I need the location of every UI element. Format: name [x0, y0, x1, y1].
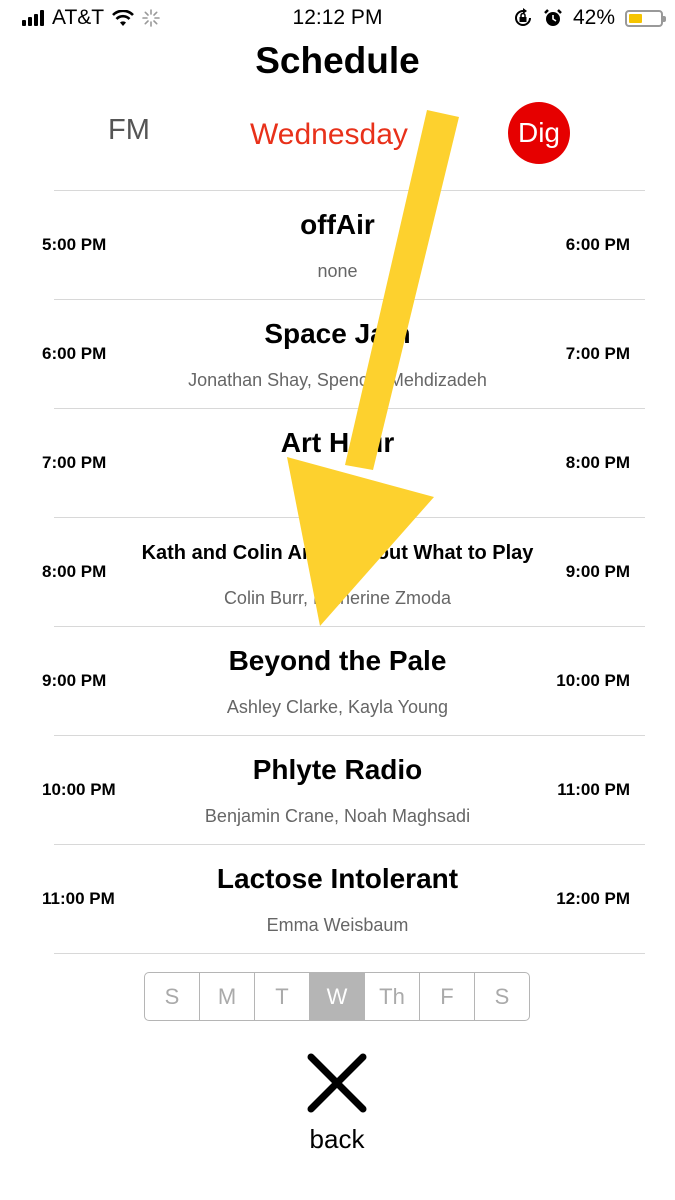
- station-day-row: FM Wednesday: [0, 108, 675, 164]
- show-hosts: Ka... ...oux: [294, 479, 381, 499]
- end-time: 12:00 PM: [556, 889, 630, 908]
- schedule-row[interactable]: 6:00 PM Space Jam Jonathan Shay, Spencer…: [42, 299, 645, 408]
- day-monday[interactable]: M: [200, 973, 255, 1020]
- end-time: 6:00 PM: [565, 235, 630, 254]
- show-hosts: Jonathan Shay, Spencer Mehdizadeh: [188, 370, 487, 390]
- schedule-list: 5:00 PM offAir none 6:00 PM 6:00 PM Spac…: [0, 190, 675, 954]
- day-tuesday[interactable]: T: [255, 973, 310, 1020]
- schedule-row[interactable]: 7:00 PM Art Hour Ka... ...oux 8:00 PM: [42, 408, 645, 517]
- rotation-lock-icon: [514, 8, 531, 26]
- week-day-selector: S M T W Th F S: [144, 972, 530, 1021]
- end-time: 7:00 PM: [565, 344, 630, 363]
- end-time: 8:00 PM: [565, 453, 630, 472]
- schedule-row[interactable]: 9:00 PM Beyond the Pale Ashley Clarke, K…: [42, 626, 645, 735]
- show-hosts: Emma Weisbaum: [266, 915, 409, 935]
- page-title: Schedule: [255, 40, 420, 81]
- current-day-label: Wednesday: [250, 118, 408, 151]
- status-bar: AT&T 12:12 PM 42%: [0, 0, 675, 38]
- battery-fill: [629, 13, 642, 23]
- show-hosts: none: [317, 261, 358, 281]
- day-saturday[interactable]: S: [475, 973, 529, 1020]
- schedule-row[interactable]: 8:00 PM Kath and Colin Argue About What …: [42, 517, 645, 626]
- close-x-icon: [307, 1053, 367, 1113]
- show-hosts: Benjamin Crane, Noah Maghsadi: [204, 806, 471, 826]
- day-wednesday[interactable]: W: [310, 973, 365, 1020]
- day-friday[interactable]: F: [420, 973, 475, 1020]
- show-hosts: Colin Burr, Katherine Zmoda: [223, 588, 452, 608]
- fm-toggle[interactable]: FM: [108, 114, 150, 147]
- show-hosts: Ashley Clarke, Kayla Young: [226, 697, 449, 717]
- day-thursday[interactable]: Th: [365, 973, 420, 1020]
- battery-icon: [625, 9, 666, 27]
- dig-toggle-button[interactable]: Dig: [508, 102, 570, 164]
- schedule-row[interactable]: 10:00 PM Phlyte Radio Benjamin Crane, No…: [42, 735, 645, 844]
- back-button[interactable]: back: [287, 1052, 387, 1155]
- back-label: back: [309, 1124, 365, 1154]
- end-time: 10:00 PM: [556, 671, 630, 690]
- end-time: 11:00 PM: [557, 780, 630, 799]
- alarm-icon: [544, 9, 562, 26]
- status-right: 42%: [513, 6, 666, 30]
- schedule-row[interactable]: 5:00 PM offAir none 6:00 PM: [42, 190, 645, 299]
- start-time: 8:00 PM: [42, 562, 107, 581]
- schedule-row[interactable]: 11:00 PM Lactose Intolerant Emma Weisbau…: [42, 844, 645, 954]
- battery-percent: 42%: [572, 6, 615, 29]
- day-sunday[interactable]: S: [145, 973, 200, 1020]
- end-time: 9:00 PM: [565, 562, 630, 581]
